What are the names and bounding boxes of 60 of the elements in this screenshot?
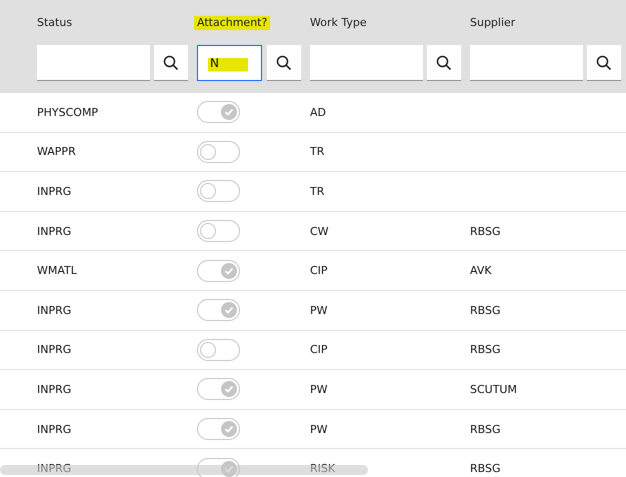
toggle-switch[interactable] — [197, 458, 240, 477]
scrollbar-thumb[interactable] — [0, 465, 368, 475]
table-cell: RBSG — [470, 462, 501, 476]
column-header: Attachment? — [194, 16, 270, 30]
table-cell: WAPPR — [37, 145, 76, 158]
toggle-switch[interactable] — [197, 180, 240, 202]
table-cell: AVK — [470, 264, 492, 278]
filter-field[interactable] — [37, 45, 150, 81]
table-cell: PW — [310, 382, 328, 396]
toggle-switch[interactable] — [197, 101, 240, 124]
table-cell: TR — [310, 184, 324, 198]
toggle-switch[interactable] — [197, 378, 240, 400]
column-header: Status — [37, 16, 72, 30]
table-cell: INPRG — [37, 304, 72, 317]
search-icon — [163, 54, 179, 70]
search-button[interactable] — [267, 45, 301, 81]
checkmark-icon — [224, 266, 234, 276]
table-cell: INPRG — [37, 462, 72, 476]
search-button[interactable] — [154, 45, 188, 81]
table-cell: INPRG — [37, 224, 72, 238]
table-cell: CW — [310, 224, 329, 238]
column-header: Supplier — [470, 16, 516, 30]
table-cell: INPRG — [37, 382, 72, 396]
table-cell: AD — [310, 106, 326, 119]
table-cell: CIP — [310, 264, 328, 278]
toggle-switch[interactable] — [197, 299, 240, 322]
checkmark-icon — [224, 424, 234, 434]
table-cell: RISK — [310, 462, 336, 476]
search-button[interactable] — [587, 45, 621, 81]
checkmark-icon — [224, 305, 234, 316]
table-cell: INPRG — [37, 422, 72, 436]
table-cell: PW — [310, 304, 328, 317]
table-cell: SCUTUM — [470, 382, 517, 396]
table-cell: RBSG — [470, 343, 501, 356]
table-cell: INPRG — [37, 343, 72, 356]
toggle-switch[interactable] — [197, 260, 240, 282]
checkmark-icon — [224, 384, 234, 394]
table-cell: PHYSCOMP — [37, 106, 98, 119]
column-header: Work Type — [310, 16, 367, 30]
filter-field[interactable]: N — [197, 45, 262, 81]
table-cell: RBSG — [470, 304, 501, 317]
search-icon — [436, 54, 452, 70]
filter-field[interactable] — [470, 45, 583, 81]
checkmark-icon — [224, 107, 234, 118]
toggle-switch[interactable] — [197, 418, 240, 440]
toggle-switch[interactable] — [197, 220, 240, 242]
table-cell: INPRG — [37, 184, 72, 198]
search-icon — [596, 54, 612, 70]
table-cell: RBSG — [470, 422, 501, 436]
table-cell: WMATL — [37, 264, 77, 278]
toggle-switch[interactable] — [197, 338, 240, 361]
table-cell: TR — [310, 145, 324, 158]
search-button[interactable] — [427, 45, 461, 81]
table-cell: CIP — [310, 343, 328, 356]
filter-field[interactable] — [310, 45, 423, 81]
toggle-switch[interactable] — [197, 140, 240, 163]
table-cell: RBSG — [470, 224, 501, 238]
checkmark-icon — [224, 464, 234, 474]
search-icon — [276, 54, 292, 70]
table-cell: PW — [310, 422, 328, 436]
